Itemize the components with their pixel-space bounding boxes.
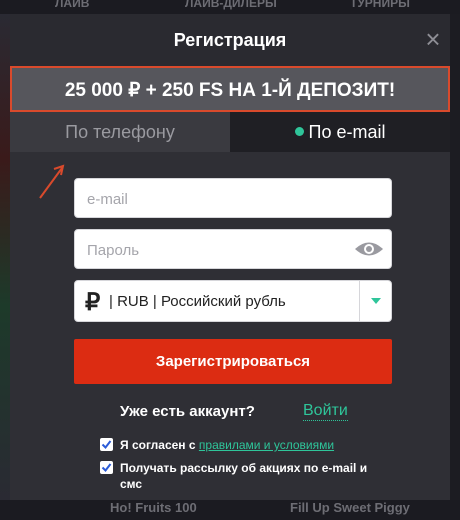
newsletter-agreement: Получать рассылку об акциях по e-mail и … [100,460,370,492]
register-button[interactable]: Зарегистрироваться [74,339,392,384]
bg-nav-item: ЛАЙВ-ДИЛЕРЫ [185,0,277,10]
active-dot-icon [294,126,304,136]
password-field-wrapper [74,229,392,270]
registration-modal: Регистрация × 25 000 ₽ + 250 FS НА 1-Й Д… [10,14,450,500]
background-game-titles: Ho! Fruits 100 Fill Up Sweet Piggy [0,500,460,520]
close-button[interactable]: × [422,26,444,52]
bg-game-title: Fill Up Sweet Piggy [290,500,410,515]
newsletter-checkbox[interactable] [100,461,113,474]
bg-nav-item: ЛАЙВ [55,0,90,10]
arrow-hint-icon [39,164,65,199]
bg-game-title: Ho! Fruits 100 [110,500,197,515]
terms-agreement: Я согласен с правилами и условиями [100,437,370,453]
password-field[interactable] [85,230,349,270]
terms-checkbox[interactable] [100,438,113,451]
select-divider [359,281,360,321]
promo-banner: 25 000 ₽ + 250 FS НА 1-Й ДЕПОЗИТ! [10,66,450,112]
newsletter-label: Получать рассылку об акциях по e-mail и … [120,461,368,491]
modal-header: Регистрация × [10,14,450,66]
chevron-down-icon [371,298,381,304]
tab-phone[interactable]: По телефону [10,112,230,152]
terms-label: Я согласен с правилами и условиями [120,437,370,453]
terms-text: Я согласен с [120,438,199,452]
eye-icon[interactable] [353,238,385,260]
background-top-nav: ЛАЙВ ЛАЙВ-ДИЛЕРЫ ТУРНИРЫ [0,0,460,14]
tab-email[interactable]: По e-mail [230,112,450,152]
tab-email-label: По e-mail [308,122,386,142]
have-account-text: Уже есть аккаунт? [120,403,255,420]
email-field[interactable] [85,179,349,219]
promo-text: 25 000 ₽ + 250 FS НА 1-Й ДЕПОЗИТ! [64,80,396,101]
email-field-wrapper [74,178,392,219]
registration-tabs: По телефону По e-mail [10,112,450,152]
checkmark-icon [101,463,112,473]
login-link[interactable]: Войти [303,402,348,421]
currency-value: | RUB | Российский рубль [109,293,286,310]
bg-nav-item: ТУРНИРЫ [350,0,410,10]
background-right [450,14,460,500]
modal-title: Регистрация [173,30,287,50]
terms-link[interactable]: правилами и условиями [199,438,334,452]
checkmark-icon [101,440,112,450]
ruble-icon: ₽ [85,289,101,316]
tab-phone-label: По телефону [65,122,175,142]
currency-select[interactable]: ₽ | RUB | Российский рубль [74,280,392,322]
